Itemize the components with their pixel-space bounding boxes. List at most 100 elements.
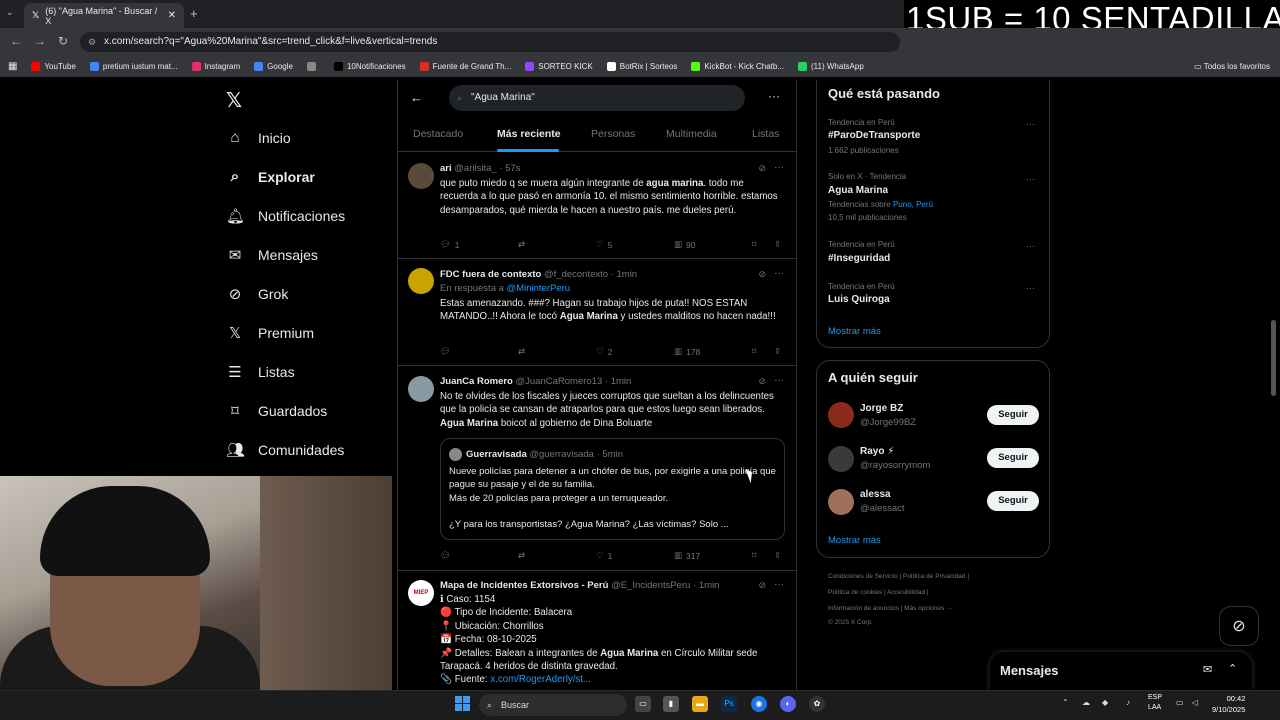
avatar[interactable] [828, 402, 854, 428]
views-button[interactable]: ▥ 90 [674, 239, 696, 250]
bookmark-item[interactable]: YouTube [31, 62, 76, 71]
like-button[interactable]: ♡ 5 [596, 239, 612, 250]
reload-icon[interactable]: ↻ [58, 34, 68, 48]
like-button[interactable]: ♡ 2 [596, 346, 612, 357]
tweet[interactable]: ari @arilsita_ · 57s ⊘ ··· que puto mied… [398, 153, 796, 259]
tweet-more-icon[interactable]: ··· [774, 268, 784, 279]
bookmark-item[interactable] [306, 62, 320, 71]
author-name[interactable]: Mapa de Incidentes Extorsivos - Perú [440, 580, 608, 591]
views-button[interactable]: ▥ 317 [674, 550, 700, 561]
grok-floating-button[interactable]: ⊘ [1219, 606, 1259, 646]
nav-item-listas[interactable]: ☰ Listas [226, 363, 294, 381]
author-handle[interactable]: @E_IncidentsPeru [611, 580, 690, 591]
like-button[interactable]: ♡ 1 [596, 550, 612, 561]
language-indicator[interactable]: ESP LAA [1148, 693, 1162, 713]
trend-name[interactable]: #ParoDeTransporte [828, 130, 920, 141]
repost-button[interactable]: ⇄ [518, 346, 525, 357]
bookmark-item[interactable]: 10Notificaciones [333, 62, 406, 71]
grok-icon[interactable]: ⊘ [758, 163, 766, 174]
follow-name[interactable]: Jorge BZ [860, 403, 903, 414]
bookmark-item[interactable]: BotRix | Sorteos [606, 62, 677, 71]
footer-links[interactable]: Política de cookies | Accesibilidad | [828, 589, 929, 596]
tab-mas-reciente[interactable]: Más reciente [497, 128, 561, 140]
tray-expand-icon[interactable]: ⌃ [1062, 698, 1069, 707]
bookmark-button[interactable]: ⌑ [752, 239, 756, 250]
tweet-more-icon[interactable]: ··· [774, 375, 784, 386]
more-options-icon[interactable]: ··· [768, 89, 780, 103]
tray-app-icon[interactable]: ◆ [1102, 698, 1108, 707]
tweet-more-icon[interactable]: ··· [774, 162, 784, 173]
x-logo-icon[interactable]: 𝕏 [226, 88, 242, 113]
task-view-icon[interactable]: ▭ [635, 696, 651, 712]
windows-start-icon[interactable] [455, 696, 471, 712]
views-button[interactable]: ▥ 178 [674, 346, 700, 357]
app-icon[interactable]: ✿ [809, 696, 825, 712]
author-name[interactable]: ari [440, 163, 452, 174]
trend-more-icon[interactable]: ··· [1026, 119, 1035, 129]
taskbar-search[interactable]: ⌕ Buscar [479, 694, 627, 716]
trend-more-icon[interactable]: ··· [1026, 174, 1035, 184]
onedrive-icon[interactable]: ☁ [1082, 698, 1090, 707]
grok-icon[interactable]: ⊘ [758, 580, 766, 591]
tweet-time[interactable]: 1min [699, 580, 720, 591]
all-favorites-button[interactable]: ▭ Todos los favoritos [1194, 62, 1270, 71]
share-button[interactable]: ⇪ [774, 346, 781, 357]
back-icon[interactable]: ← [10, 34, 22, 48]
quoted-tweet[interactable]: Guerravisada @guerravisada · 5min Nueve … [440, 438, 785, 540]
network-icon[interactable]: ▭ [1176, 698, 1184, 707]
bookmark-item[interactable]: pretium iustum mat... [89, 62, 178, 71]
microphone-icon[interactable]: ♪ [1126, 698, 1130, 707]
author-name[interactable]: FDC fuera de contexto [440, 269, 541, 280]
reply-button[interactable]: 💬︎ [440, 550, 451, 561]
nav-item-guardados[interactable]: ⌑ Guardados [226, 402, 327, 420]
tweet[interactable]: MIEP Mapa de Incidentes Extorsivos - Per… [398, 572, 796, 690]
chrome-icon[interactable]: ◉ [751, 696, 767, 712]
nav-item-inicio[interactable]: ⌂ Inicio [226, 129, 290, 146]
forward-icon[interactable]: → [34, 34, 46, 48]
scrollbar[interactable] [1271, 320, 1276, 396]
tab-multimedia[interactable]: Multimedia [666, 128, 717, 140]
follow-button[interactable]: Seguir [987, 405, 1039, 425]
photoshop-icon[interactable]: Ps [721, 696, 737, 712]
grok-icon[interactable]: ⊘ [758, 269, 766, 280]
footer-links[interactable]: Información de anuncios | Más opciones ·… [828, 605, 953, 612]
author-handle[interactable]: @arilsita_ [454, 163, 496, 174]
file-explorer-icon[interactable]: ▬ [692, 696, 708, 712]
back-arrow-icon[interactable]: ← [410, 90, 423, 105]
tab-destacado[interactable]: Destacado [413, 128, 463, 140]
avatar[interactable]: MIEP [408, 580, 434, 606]
trend-more-icon[interactable]: ··· [1026, 241, 1035, 251]
follow-handle[interactable]: @Jorge99BZ [860, 417, 916, 428]
new-tab-icon[interactable]: + [190, 6, 198, 21]
source-link[interactable]: x.com/RogerAderly/st... [490, 674, 591, 685]
trend-name[interactable]: Luis Quiroga [828, 294, 890, 305]
trends-show-more[interactable]: Mostrar más [828, 326, 881, 337]
tweet-more-icon[interactable]: ··· [774, 579, 784, 590]
trend-name[interactable]: #Inseguridad [828, 253, 890, 264]
trend-more-icon[interactable]: ··· [1026, 283, 1035, 293]
bookmark-item[interactable]: SORTEO KICK [525, 62, 593, 71]
tweet-time[interactable]: 57s [505, 163, 520, 174]
nav-item-premium[interactable]: 𝕏 Premium [226, 324, 314, 342]
clock[interactable]: 00:42 9/10/2025 [1212, 693, 1245, 715]
bookmark-item[interactable]: Google [254, 62, 293, 71]
repost-button[interactable]: ⇄ [518, 550, 525, 561]
follow-name[interactable]: Rayo ⚡ [860, 446, 894, 457]
tweet-time[interactable]: 1min [617, 269, 638, 280]
close-tab-icon[interactable]: ✕ [168, 10, 176, 21]
nav-item-comunidades[interactable]: 👥︎ Comunidades [226, 441, 344, 459]
repost-button[interactable]: ⇄ [518, 239, 525, 250]
url-input[interactable]: ⚙ x.com/search?q="Agua%20Marina"&src=tre… [80, 32, 900, 52]
nav-item-notificaciones[interactable]: 🔔︎ Notificaciones [226, 207, 345, 225]
volume-icon[interactable]: ◁ [1192, 698, 1198, 707]
follow-handle[interactable]: @alessact [860, 503, 905, 514]
share-button[interactable]: ⇪ [774, 239, 781, 250]
trend-name[interactable]: Agua Marina [828, 185, 888, 196]
app-icon[interactable]: ▮ [663, 696, 679, 712]
expand-icon[interactable]: ⌃ [1228, 662, 1237, 675]
footer-links[interactable]: Condiciones de Servicio | Política de Pr… [828, 573, 969, 580]
avatar[interactable] [408, 163, 434, 189]
apps-icon[interactable]: ▦ [8, 61, 17, 72]
author-name[interactable]: JuanCa Romero [440, 376, 513, 387]
follow-show-more[interactable]: Mostrar más [828, 535, 881, 546]
